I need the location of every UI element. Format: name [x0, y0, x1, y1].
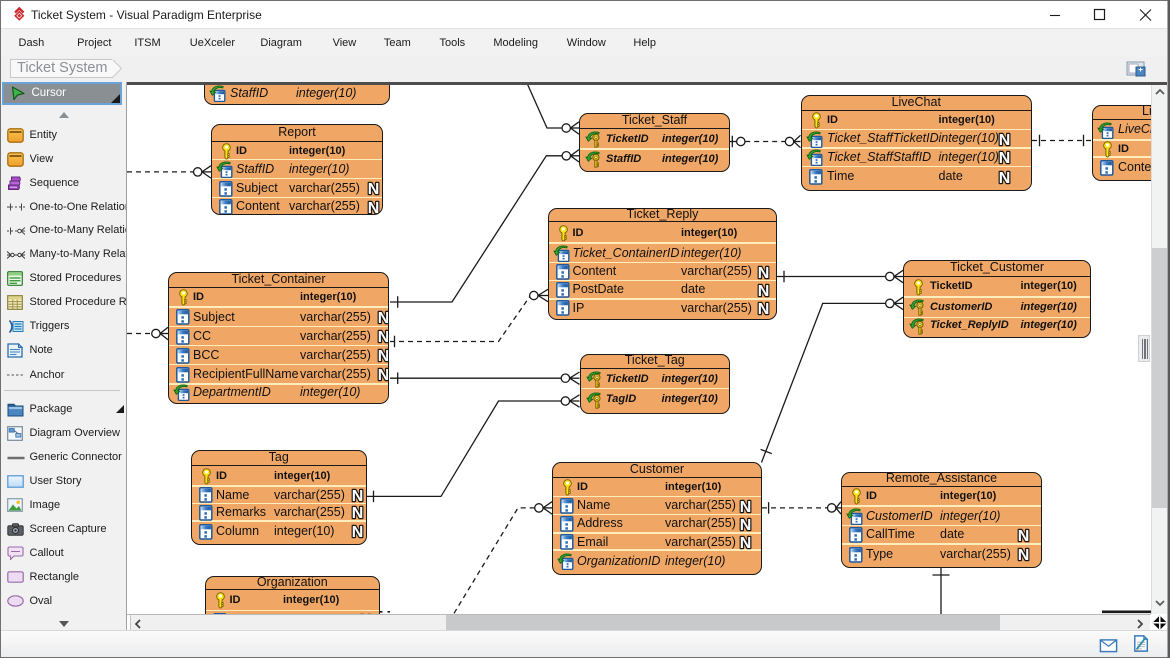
svg-text:N: N	[1018, 547, 1030, 563]
svg-text:N: N	[999, 132, 1011, 148]
svg-text:N: N	[352, 524, 364, 540]
svg-text:N: N	[352, 488, 364, 504]
svg-text:N: N	[740, 534, 752, 550]
svg-text:N: N	[377, 310, 389, 326]
svg-text:N: N	[1018, 528, 1030, 544]
svg-text:N: N	[999, 170, 1011, 186]
svg-text:N: N	[740, 517, 752, 533]
svg-text:N: N	[999, 150, 1011, 166]
svg-text:N: N	[367, 199, 379, 215]
svg-text:N: N	[758, 300, 770, 316]
svg-text:N: N	[740, 498, 752, 514]
svg-text:N: N	[367, 181, 379, 197]
svg-text:N: N	[377, 367, 389, 383]
svg-text:N: N	[758, 283, 770, 299]
svg-text:N: N	[352, 505, 364, 521]
svg-text:N: N	[377, 329, 389, 345]
svg-text:N: N	[758, 264, 770, 280]
svg-text:N: N	[377, 348, 389, 364]
